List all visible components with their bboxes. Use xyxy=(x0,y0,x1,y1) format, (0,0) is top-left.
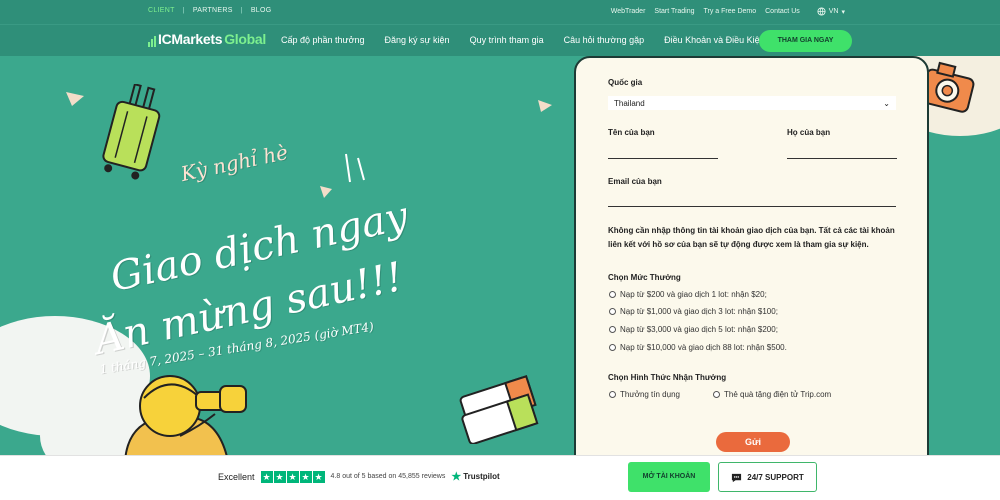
top-left-links: CLIENT | PARTNERS | BLOG xyxy=(148,7,271,14)
support-label: 24/7 SUPPORT xyxy=(747,472,804,482)
registration-form: Quốc gia Thailand ⌄ Tên của bạn Họ của b… xyxy=(574,56,929,476)
reward-method-option[interactable]: Thưởng tín dụng xyxy=(609,390,680,399)
trustpilot-logo: ★ Trustpilot xyxy=(451,470,499,483)
hero-title-small: Kỳ nghỉ hè xyxy=(178,139,290,187)
sparkle-decoration xyxy=(345,153,365,183)
country-select[interactable]: Thailand ⌄ xyxy=(608,96,896,110)
radio-button[interactable] xyxy=(609,344,616,351)
logo-main: ICMarkets xyxy=(158,31,223,47)
star-icon: ★ xyxy=(299,470,312,483)
link-free-demo[interactable]: Try a Free Demo xyxy=(703,8,756,15)
reward-method-label: Chọn Hình Thức Nhận Thưởng xyxy=(608,373,727,382)
confetti-decoration xyxy=(320,186,332,198)
reward-level-option[interactable]: Nạp từ $1,000 và giao dịch 3 lot: nhận $… xyxy=(609,307,778,316)
star-icon: ★ xyxy=(286,470,299,483)
language-label: VN xyxy=(828,8,839,15)
radio-button[interactable] xyxy=(713,391,720,398)
divider: | xyxy=(240,7,243,14)
radio-button[interactable] xyxy=(609,391,616,398)
star-icon: ★ xyxy=(312,470,325,483)
link-partners[interactable]: PARTNERS xyxy=(193,7,233,14)
confetti-decoration xyxy=(66,92,84,106)
link-contact-us[interactable]: Contact Us xyxy=(765,8,800,15)
reward-level-text: Nạp từ $200 và giao dịch 1 lot: nhận $20… xyxy=(620,290,767,299)
nav-item-register[interactable]: Đăng ký sự kiện xyxy=(385,35,450,45)
support-button[interactable]: 24/7 SUPPORT xyxy=(718,462,817,492)
main-nav: ICMarkets Global Cấp độ phần thưởng Đăng… xyxy=(0,24,1000,56)
reward-method-option[interactable]: Thẻ quà tặng điện tử Trip.com xyxy=(713,390,831,399)
reward-method-text: Thẻ quà tặng điện tử Trip.com xyxy=(724,390,832,399)
reward-level-text: Nạp từ $10,000 và giao dịch 88 lot: nhận… xyxy=(620,343,787,352)
logo-bars-icon xyxy=(148,35,156,47)
language-selector[interactable]: VN ▾ xyxy=(817,7,845,16)
confetti-decoration xyxy=(538,100,552,112)
reward-method-text: Thưởng tín dụng xyxy=(620,390,680,399)
link-client[interactable]: CLIENT xyxy=(148,7,175,14)
reward-level-text: Nạp từ $3,000 và giao dịch 5 lot: nhận $… xyxy=(620,325,778,334)
divider: | xyxy=(182,7,185,14)
chevron-down-icon: ⌄ xyxy=(883,98,890,108)
traveler-illustration xyxy=(124,375,247,456)
rating-word: Excellent xyxy=(218,471,255,482)
link-start-trading[interactable]: Start Trading xyxy=(654,8,694,15)
nav-menu: Cấp độ phần thưởng Đăng ký sự kiện Quy t… xyxy=(281,35,785,45)
link-webtrader[interactable]: WebTrader xyxy=(611,8,646,15)
suitcase-illustration xyxy=(102,84,161,180)
first-name-field[interactable] xyxy=(608,158,718,159)
last-name-field[interactable] xyxy=(787,158,897,159)
chat-icon xyxy=(732,473,742,482)
top-right-links: WebTrader Start Trading Try a Free Demo … xyxy=(611,7,845,16)
country-value: Thailand xyxy=(614,98,645,108)
radio-button[interactable] xyxy=(609,326,616,333)
country-label: Quốc gia xyxy=(608,78,643,87)
email-label: Email của bạn xyxy=(608,177,662,186)
reward-level-option[interactable]: Nạp từ $10,000 và giao dịch 88 lot: nhận… xyxy=(609,343,787,352)
reward-level-label: Chọn Mức Thưởng xyxy=(608,273,681,282)
bottom-bar: Excellent ★ ★ ★ ★ ★ 4.8 out of 5 based o… xyxy=(0,455,1000,500)
tickets-illustration xyxy=(459,375,539,444)
reward-level-option[interactable]: Nạp từ $3,000 và giao dịch 5 lot: nhận $… xyxy=(609,325,778,334)
first-name-label: Tên của bạn xyxy=(608,128,655,137)
trustpilot-label: Trustpilot xyxy=(463,472,500,481)
join-now-button[interactable]: THAM GIA NGAY xyxy=(759,30,852,52)
trustpilot-star-icon: ★ xyxy=(451,471,462,483)
chevron-down-icon: ▾ xyxy=(841,8,845,16)
last-name-label: Họ của bạn xyxy=(787,128,831,137)
reward-level-option[interactable]: Nạp từ $200 và giao dịch 1 lot: nhận $20… xyxy=(609,290,767,299)
open-account-button[interactable]: MỞ TÀI KHOẢN xyxy=(628,462,710,492)
nav-item-reward-levels[interactable]: Cấp độ phần thưởng xyxy=(281,35,365,45)
rating-stars: ★ ★ ★ ★ ★ xyxy=(260,470,325,483)
logo-accent: Global xyxy=(224,31,266,47)
logo[interactable]: ICMarkets Global xyxy=(148,31,266,47)
star-icon: ★ xyxy=(273,470,286,483)
radio-button[interactable] xyxy=(609,291,616,298)
globe-icon xyxy=(817,7,826,16)
nav-item-terms[interactable]: Điều Khoản và Điều Kiện xyxy=(664,35,765,45)
top-utility-bar: CLIENT | PARTNERS | BLOG WebTrader Start… xyxy=(0,0,1000,24)
rating-text: 4.8 out of 5 based on 45,855 reviews xyxy=(330,473,446,480)
star-icon: ★ xyxy=(260,470,273,483)
reward-level-text: Nạp từ $1,000 và giao dịch 3 lot: nhận $… xyxy=(620,307,778,316)
radio-button[interactable] xyxy=(609,308,616,315)
nav-item-faq[interactable]: Câu hỏi thường gặp xyxy=(564,35,644,45)
link-blog[interactable]: BLOG xyxy=(251,7,272,14)
trustpilot-widget[interactable]: Excellent ★ ★ ★ ★ ★ 4.8 out of 5 based o… xyxy=(218,470,500,483)
nav-item-process[interactable]: Quy trình tham gia xyxy=(470,35,544,45)
submit-button[interactable]: Gửi xyxy=(716,432,790,452)
form-note: Không cần nhập thông tin tài khoản giao … xyxy=(608,226,895,249)
email-field[interactable] xyxy=(608,206,896,207)
